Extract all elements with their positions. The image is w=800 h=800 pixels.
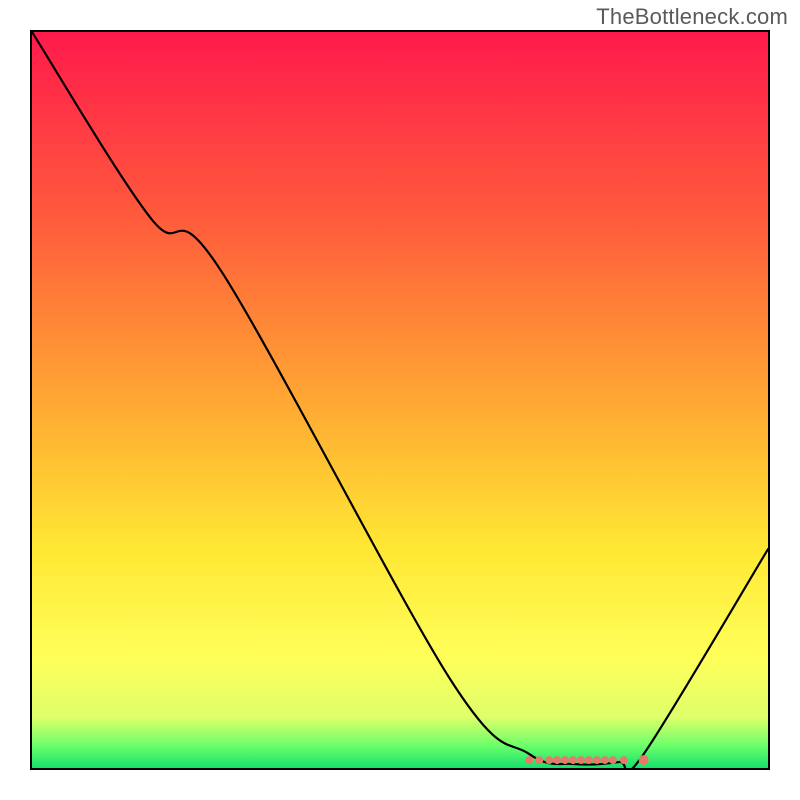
marker-dot	[593, 756, 601, 764]
marker-dot	[553, 756, 561, 764]
marker-dot	[569, 756, 577, 764]
plot-svg	[32, 32, 768, 768]
marker-dot	[535, 756, 543, 764]
gradient-background	[32, 32, 768, 768]
marker-dot	[545, 756, 553, 764]
marker-dot	[585, 756, 593, 764]
marker-dot	[609, 756, 617, 764]
marker-dot	[561, 756, 569, 764]
marker-dot	[601, 756, 609, 764]
chart-container: TheBottleneck.com	[0, 0, 800, 800]
marker-dot	[577, 756, 585, 764]
watermark-text: TheBottleneck.com	[596, 4, 788, 30]
marker-dot	[620, 756, 628, 764]
marker-dot	[525, 756, 533, 764]
marker-dot	[639, 755, 649, 765]
plot-frame	[30, 30, 770, 770]
